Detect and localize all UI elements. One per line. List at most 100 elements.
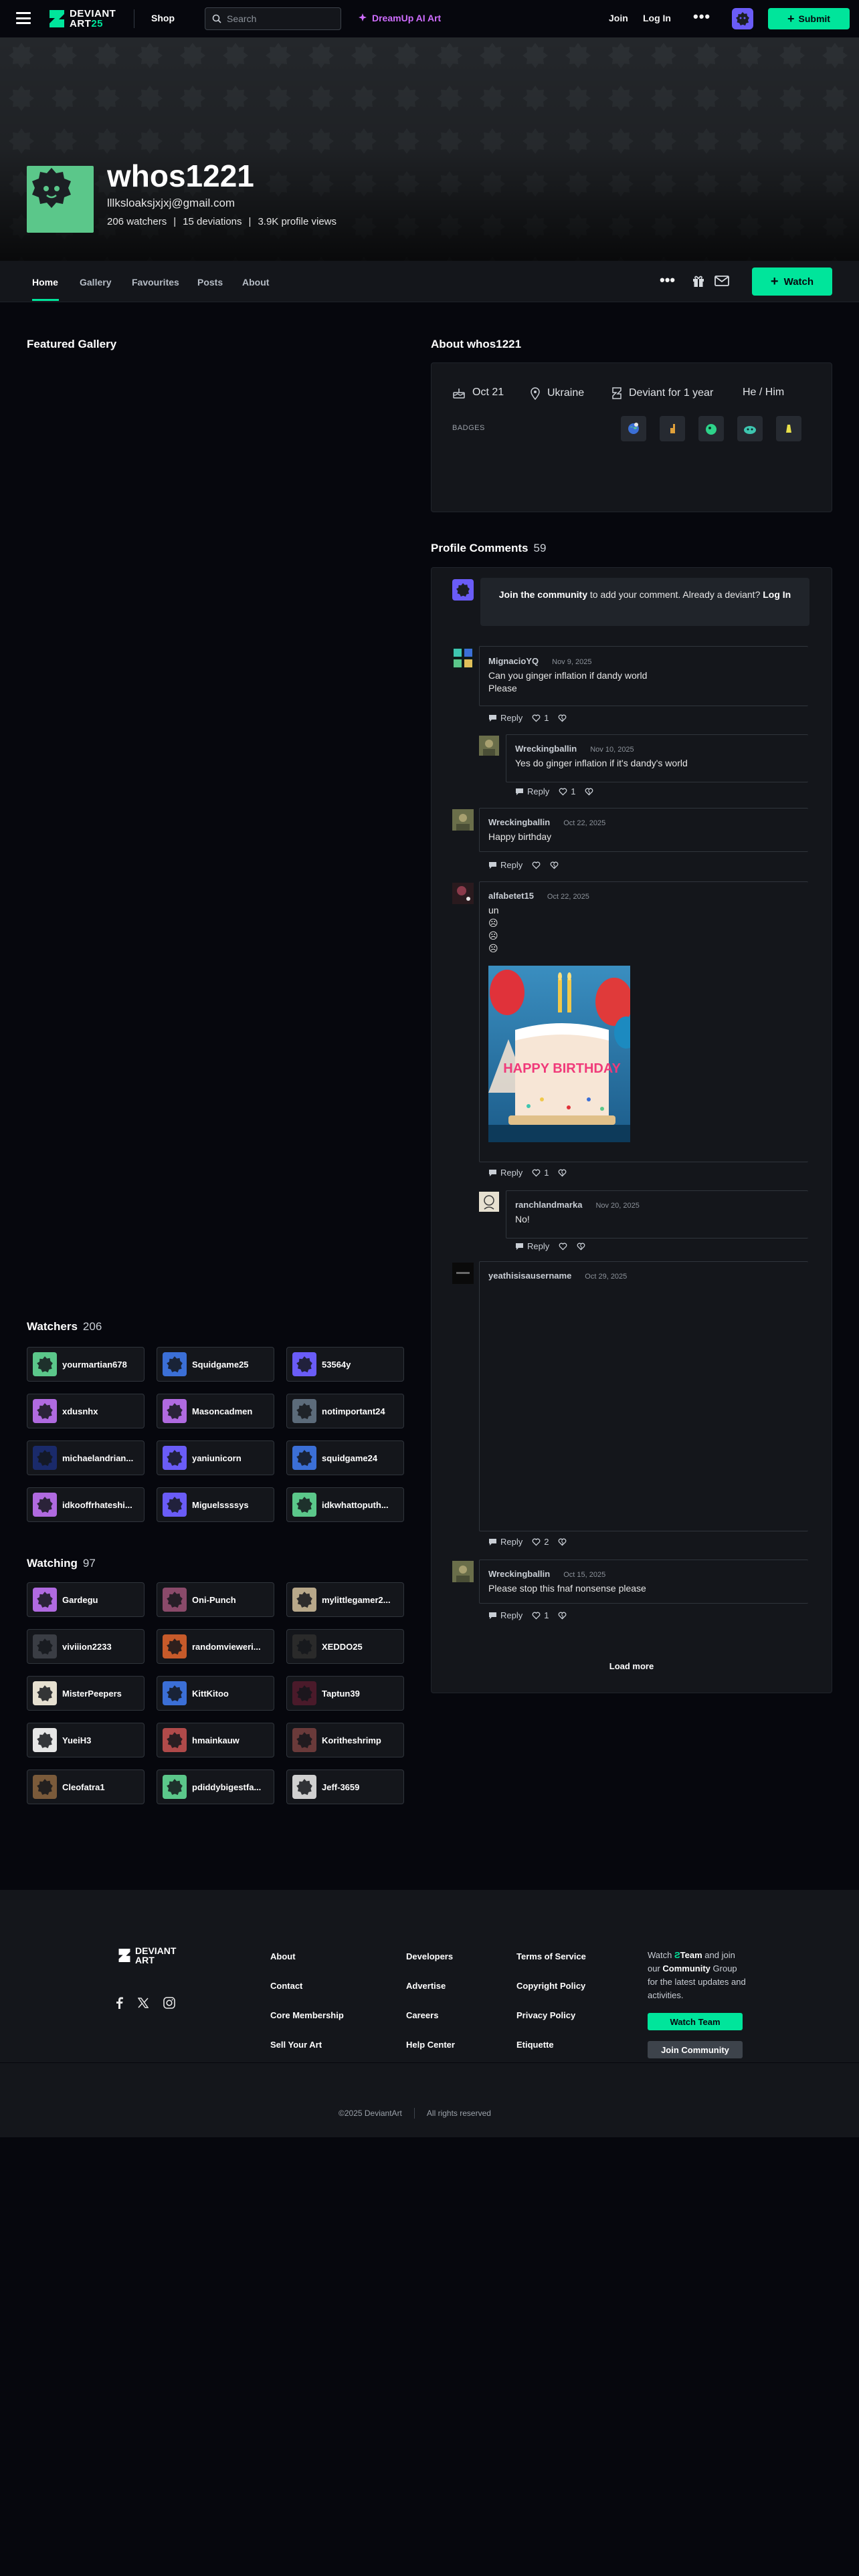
comment-author[interactable]: Wreckingballin Oct 22, 2025 [488,817,605,827]
user-card[interactable]: Miguelssssys [157,1487,274,1522]
dislike-button[interactable] [558,1169,567,1177]
profile-avatar[interactable] [27,166,94,233]
user-card[interactable]: viviiion2233 [27,1629,145,1664]
join-link[interactable]: Join [609,13,628,23]
user-card[interactable]: Taptun39 [286,1676,404,1711]
footer-link-careers[interactable]: Careers [406,2010,455,2040]
user-card[interactable]: 53564y [286,1347,404,1382]
user-card[interactable]: yaniunicorn [157,1440,274,1475]
search-input[interactable] [227,13,334,24]
badge-icon[interactable] [698,416,724,441]
watchers-count[interactable]: 206 watchers [107,216,167,227]
shop-link[interactable]: Shop [151,13,175,23]
like-button[interactable]: 1 [559,786,575,796]
footer-link-help-center[interactable]: Help Center [406,2040,455,2069]
avatar[interactable] [452,809,474,831]
avatar[interactable] [732,8,753,29]
user-card[interactable]: YueiH3 [27,1723,145,1757]
user-card[interactable]: XEDDO25 [286,1629,404,1664]
dislike-button[interactable] [550,861,559,869]
like-button[interactable]: 1 [532,1168,549,1178]
user-card[interactable]: Squidgame25 [157,1347,274,1382]
user-card[interactable]: pdiddybigestfa... [157,1769,274,1804]
avatar[interactable] [479,736,499,756]
search-box[interactable] [205,7,341,30]
like-button[interactable]: 1 [532,1610,549,1620]
badge-icon[interactable] [737,416,763,441]
comment-username[interactable]: MignacioYQ [488,656,539,666]
reply-button[interactable]: Reply [488,713,522,723]
user-card[interactable]: xdusnhx [27,1394,145,1428]
deviations-count[interactable]: 15 deviations [183,216,242,227]
tab-favourites[interactable]: Favourites [132,277,179,288]
user-card[interactable]: notimportant24 [286,1394,404,1428]
footer-link-sell-your-art[interactable]: Sell Your Art [270,2040,344,2069]
x-icon[interactable] [138,1998,149,2008]
submit-button[interactable]: + Submit [768,8,850,29]
login-link[interactable]: Log In [763,589,791,600]
dislike-button[interactable] [558,714,567,722]
comment-author[interactable]: Wreckingballin Nov 10, 2025 [515,744,634,754]
avatar[interactable] [452,883,474,904]
comment-username[interactable]: alfabetet15 [488,891,534,901]
like-button[interactable]: 1 [532,713,549,723]
like-button[interactable] [532,861,541,869]
reply-button[interactable]: Reply [488,1168,522,1178]
dreamup-link[interactable]: DreamUp AI Art [357,13,441,23]
user-card[interactable]: Gardegu [27,1582,145,1617]
comment-author[interactable]: Wreckingballin Oct 15, 2025 [488,1569,605,1579]
dislike-button[interactable] [577,1243,585,1251]
avatar[interactable] [452,1263,474,1284]
footer-link-developers[interactable]: Developers [406,1951,455,1981]
footer-link-etiquette[interactable]: Etiquette [516,2040,586,2069]
instagram-icon[interactable] [163,1997,175,2009]
facebook-icon[interactable] [115,1997,123,2009]
comment-username[interactable]: Wreckingballin [488,817,550,827]
like-button[interactable] [559,1243,567,1251]
comment-author[interactable]: alfabetet15 Oct 22, 2025 [488,891,589,901]
comment-author[interactable]: MignacioYQ Nov 9, 2025 [488,656,591,666]
user-card[interactable]: idkooffrhateshi... [27,1487,145,1522]
dislike-button[interactable] [585,788,593,796]
deviantart-logo[interactable]: DEVIANT ART25 [48,5,116,32]
more-options-icon[interactable]: ••• [660,272,675,289]
avatar[interactable] [452,1561,474,1582]
badge-icon[interactable] [776,416,801,441]
user-card[interactable]: squidgame24 [286,1440,404,1475]
avatar[interactable] [479,1192,499,1212]
watch-team-button[interactable]: Watch Team [648,2013,743,2030]
login-link[interactable]: Log In [643,13,671,23]
footer-link-copyright[interactable]: Copyright Policy [516,1981,586,2010]
tab-gallery[interactable]: Gallery [80,277,111,288]
reply-button[interactable]: Reply [488,1610,522,1620]
user-card[interactable]: randomvieweri... [157,1629,274,1664]
badge-icon[interactable] [660,416,685,441]
more-options-icon[interactable]: ••• [693,8,710,25]
dislike-button[interactable] [558,1612,567,1620]
footer-link-contact[interactable]: Contact [270,1981,344,2010]
reply-button[interactable]: Reply [488,860,522,870]
join-community-link[interactable]: Join the community [499,589,587,600]
comment-username[interactable]: Wreckingballin [488,1569,550,1579]
message-icon[interactable] [714,275,729,287]
reply-button[interactable]: Reply [515,786,549,796]
user-card[interactable]: hmainkauw [157,1723,274,1757]
watch-button[interactable]: + Watch [752,267,832,296]
footer-link-terms[interactable]: Terms of Service [516,1951,586,1981]
dislike-button[interactable] [558,1538,567,1546]
footer-link-core-membership[interactable]: Core Membership [270,2010,344,2040]
user-card[interactable]: Masoncadmen [157,1394,274,1428]
comment-author[interactable]: ranchlandmarka Nov 20, 2025 [515,1200,640,1210]
reply-button[interactable]: Reply [515,1241,549,1251]
join-community-button[interactable]: Join Community [648,2041,743,2058]
user-card[interactable]: Koritheshrimp [286,1723,404,1757]
birthday-cake-image[interactable]: HAPPY BIRTHDAY [488,966,630,1142]
user-card[interactable]: mylittlegamer2... [286,1582,404,1617]
user-card[interactable]: idkwhattoputh... [286,1487,404,1522]
comment-username[interactable]: Wreckingballin [515,744,577,754]
comment-username[interactable]: yeathisisausername [488,1271,571,1281]
user-card[interactable]: Cleofatra1 [27,1769,145,1804]
like-button[interactable]: 2 [532,1537,549,1547]
gift-icon[interactable] [692,274,705,288]
comment-author[interactable]: yeathisisausername Oct 29, 2025 [488,1271,627,1281]
